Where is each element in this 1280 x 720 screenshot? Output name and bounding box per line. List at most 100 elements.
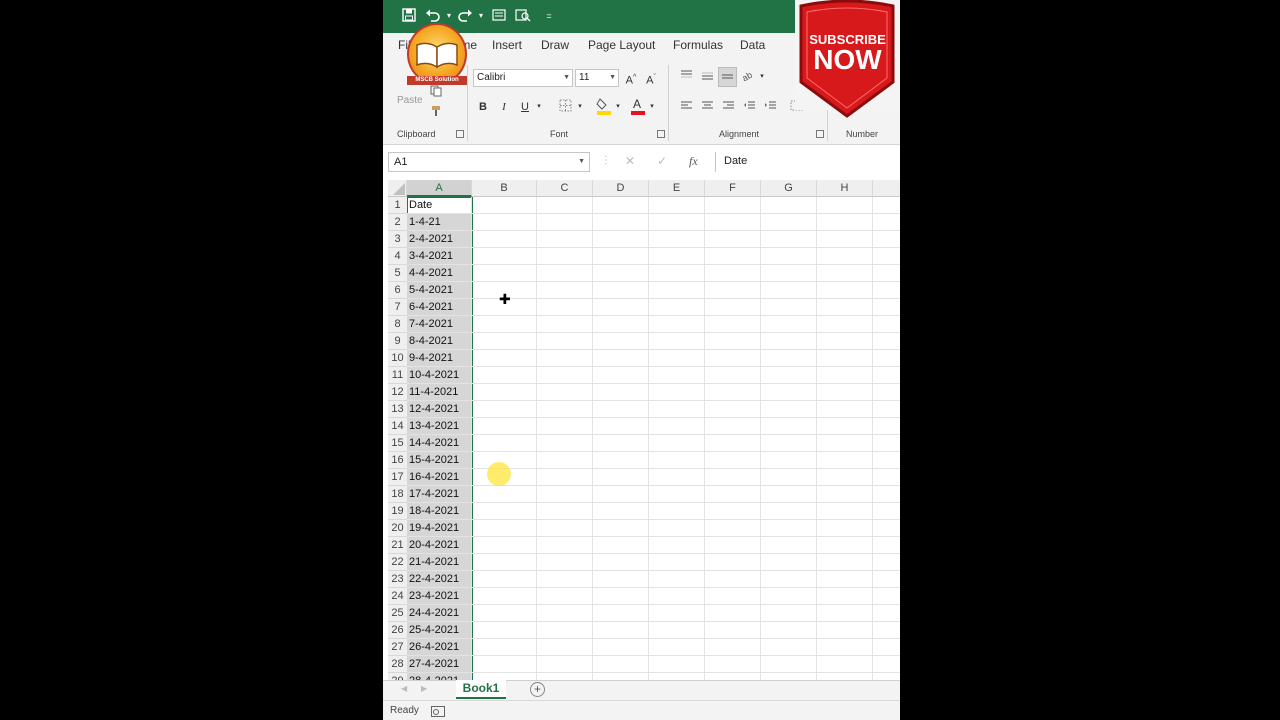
enter-icon[interactable]: ✓ [657,154,667,168]
row-header[interactable]: 10 [388,350,407,367]
row-header[interactable]: 4 [388,248,407,265]
subscribe-badge[interactable]: SUBSCRIBE NOW [795,0,900,118]
redo-dropdown-icon[interactable]: ▾ [473,8,489,24]
column-header-b[interactable]: B [472,180,537,197]
cell-a[interactable]: 7-4-2021 [407,316,472,333]
alignment-launcher-icon[interactable] [816,130,824,138]
cell-a[interactable]: 4-4-2021 [407,265,472,282]
cell-a[interactable]: 12-4-2021 [407,401,472,418]
cell-a[interactable]: 27-4-2021 [407,656,472,673]
font-size-select[interactable]: 11 ▼ [575,69,619,87]
row-header[interactable]: 17 [388,469,407,486]
underline-button[interactable]: U [518,99,532,115]
cell-a[interactable]: 20-4-2021 [407,537,472,554]
next-sheet-icon[interactable]: ▶ [421,684,427,693]
cell-a[interactable]: 19-4-2021 [407,520,472,537]
cell-a[interactable]: 13-4-2021 [407,418,472,435]
cell-a[interactable]: 9-4-2021 [407,350,472,367]
column-header-h[interactable]: H [817,180,873,197]
chevron-down-icon[interactable]: ▾ [758,69,766,85]
chevron-down-icon[interactable]: ▾ [576,99,584,115]
sheet-tab-book1[interactable]: Book1 [456,680,506,699]
chevron-down-icon[interactable]: ▾ [648,99,656,115]
undo-icon[interactable] [425,8,441,24]
row-header[interactable]: 24 [388,588,407,605]
column-header-a[interactable]: A [407,180,472,197]
increase-font-icon[interactable]: A^ [623,70,639,89]
fill-color-icon[interactable] [596,97,612,120]
form-icon[interactable] [491,8,507,24]
row-header[interactable]: 25 [388,605,407,622]
cell-a[interactable]: 8-4-2021 [407,333,472,350]
insert-function-icon[interactable]: fx [689,154,698,169]
row-header[interactable]: 7 [388,299,407,316]
align-top-icon[interactable] [678,69,694,87]
orientation-icon[interactable]: ab [740,69,757,87]
print-preview-icon[interactable] [515,8,531,24]
customize-icon[interactable]: = [541,8,557,24]
row-header[interactable]: 27 [388,639,407,656]
decrease-font-icon[interactable]: Aˇ [643,70,659,89]
increase-indent-icon[interactable] [762,99,778,117]
cell-a[interactable]: 24-4-2021 [407,605,472,622]
row-header[interactable]: 16 [388,452,407,469]
align-center-icon[interactable] [699,99,715,117]
row-header[interactable]: 23 [388,571,407,588]
row-header[interactable]: 8 [388,316,407,333]
add-sheet-icon[interactable]: + [530,682,545,697]
cell-a[interactable]: 28-4-2021 [407,673,472,680]
row-header[interactable]: 20 [388,520,407,537]
row-header[interactable]: 5 [388,265,407,282]
row-header[interactable]: 15 [388,435,407,452]
decrease-indent-icon[interactable] [741,99,757,117]
worksheet-grid[interactable]: A B C D E F G H 1 Date 2 1-4-21 3 2-4-2021 4 3-… [383,180,900,680]
column-header-g[interactable]: G [761,180,817,197]
borders-icon[interactable] [557,99,573,117]
tab-draw[interactable]: Draw [541,38,569,52]
macro-record-icon[interactable] [431,705,445,720]
italic-button[interactable]: I [497,99,511,115]
column-header-c[interactable]: C [537,180,593,197]
row-header[interactable]: 22 [388,554,407,571]
cell-a[interactable]: 5-4-2021 [407,282,472,299]
tab-insert[interactable]: Insert [492,38,522,52]
align-bottom-icon[interactable] [718,67,737,87]
row-header[interactable]: 26 [388,622,407,639]
cell-a[interactable]: 2-4-2021 [407,231,472,248]
name-box[interactable]: A1 ▼ [388,152,590,172]
font-launcher-icon[interactable] [657,130,665,138]
row-header[interactable]: 1 [388,197,407,214]
cell-a[interactable]: 15-4-2021 [407,452,472,469]
tab-formulas[interactable]: Formulas [673,38,723,52]
row-header[interactable]: 3 [388,231,407,248]
cell-a[interactable]: 6-4-2021 [407,299,472,316]
chevron-down-icon[interactable]: ▾ [614,99,622,115]
row-header[interactable]: 28 [388,656,407,673]
cell-a[interactable]: 16-4-2021 [407,469,472,486]
cell-a[interactable]: 10-4-2021 [407,367,472,384]
cell-a[interactable]: 21-4-2021 [407,554,472,571]
align-right-icon[interactable] [720,99,736,117]
formula-input[interactable]: Date [715,152,900,172]
cell-a[interactable]: 18-4-2021 [407,503,472,520]
row-header[interactable]: 6 [388,282,407,299]
undo-dropdown-icon[interactable]: ▾ [441,8,457,24]
font-color-icon[interactable]: A [630,97,646,120]
align-left-icon[interactable] [678,99,694,117]
cell-a[interactable]: 14-4-2021 [407,435,472,452]
row-header[interactable]: 12 [388,384,407,401]
cell-a[interactable]: 25-4-2021 [407,622,472,639]
column-header-i[interactable] [873,180,900,197]
cell-a[interactable]: 26-4-2021 [407,639,472,656]
column-header-f[interactable]: F [705,180,761,197]
row-header[interactable]: 29 [388,673,407,680]
cell-a[interactable]: 1-4-21 [407,214,472,231]
copy-icon[interactable] [429,85,443,102]
align-middle-icon[interactable] [699,69,715,87]
cell-a[interactable]: 23-4-2021 [407,588,472,605]
chevron-down-icon[interactable]: ▼ [578,153,585,171]
cell-a[interactable]: Date [407,197,472,214]
font-name-select[interactable]: Calibri ▼ [473,69,573,87]
column-header-d[interactable]: D [593,180,649,197]
row-header[interactable]: 13 [388,401,407,418]
